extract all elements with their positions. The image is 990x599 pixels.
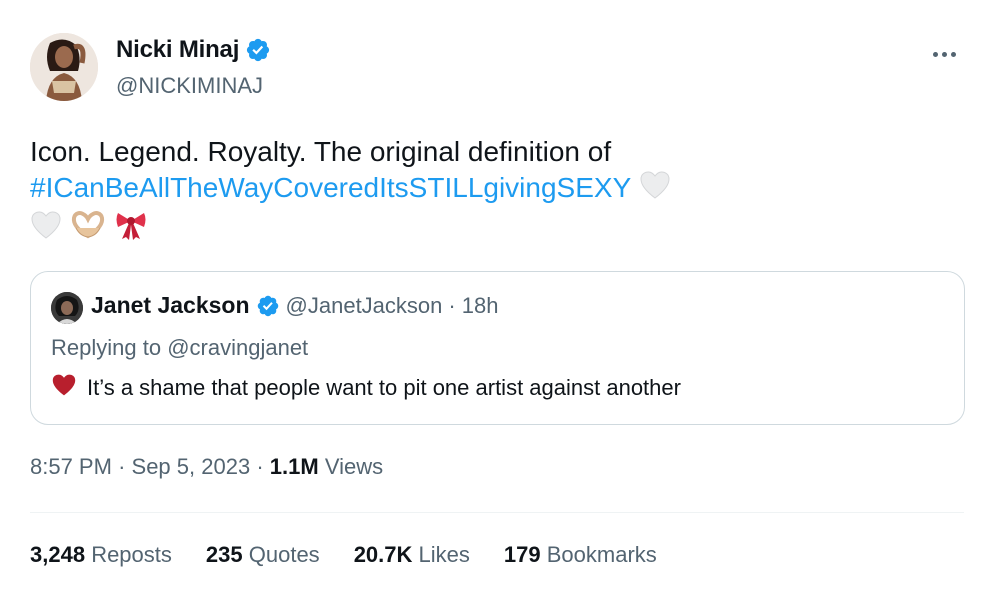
views-count: 1.1M: [269, 454, 319, 479]
quotes-stat[interactable]: 235 Quotes: [206, 542, 320, 568]
quoted-handle[interactable]: @JanetJackson: [286, 293, 443, 319]
heart-hands-icon: [70, 210, 106, 249]
author-display-name[interactable]: Nicki Minaj: [116, 36, 239, 64]
author-avatar[interactable]: [30, 33, 98, 101]
reposts-stat[interactable]: 3,248 Reposts: [30, 542, 172, 568]
quoted-text-row: It’s a shame that people want to pit one…: [51, 373, 681, 403]
separator-dot: ·: [448, 292, 456, 318]
quoted-tweet[interactable]: Janet Jackson @JanetJackson · 18h Replyi…: [30, 271, 965, 425]
ribbon-icon: [114, 209, 148, 250]
replying-to: Replying to @cravingjanet: [51, 335, 308, 361]
quoted-timestamp[interactable]: 18h: [462, 293, 499, 319]
author-name-row[interactable]: Nicki Minaj: [116, 36, 271, 64]
tweet-time[interactable]: 8:57 PM: [30, 454, 112, 479]
tweet-text-line-2: #ICanBeAllTheWayCoveredItsSTILLgivingSEX…: [30, 170, 930, 209]
white-heart-icon: [639, 170, 671, 209]
reposts-label: Reposts: [91, 542, 172, 567]
more-dot-icon: [932, 51, 938, 57]
tweet-date[interactable]: Sep 5, 2023: [132, 454, 251, 479]
engagement-stats: 3,248 Reposts 235 Quotes 20.7K Likes 179…: [30, 542, 657, 568]
quoted-text: It’s a shame that people want to pit one…: [87, 375, 681, 400]
verified-badge-icon: [245, 37, 271, 63]
more-dot-icon: [941, 51, 947, 57]
separator-dot: ·: [256, 454, 264, 479]
author-handle[interactable]: @NICKIMINAJ: [116, 73, 263, 99]
replying-mention-link[interactable]: @cravingjanet: [167, 335, 308, 360]
separator-dot: ·: [118, 454, 126, 479]
verified-badge-icon: [256, 294, 280, 318]
red-heart-icon: [51, 373, 77, 403]
hashtag-link[interactable]: #ICanBeAllTheWayCoveredItsSTILLgivingSEX…: [30, 172, 631, 203]
tweet-meta: 8:57 PM · Sep 5, 2023 · 1.1M Views: [30, 454, 383, 480]
quoted-display-name[interactable]: Janet Jackson: [91, 292, 250, 319]
likes-stat[interactable]: 20.7K Likes: [354, 542, 470, 568]
reposts-count: 3,248: [30, 542, 86, 567]
tweet-text-line: Icon. Legend. Royalty. The original defi…: [30, 136, 612, 167]
views-label: Views: [324, 454, 384, 479]
quotes-label: Quotes: [248, 542, 320, 567]
likes-count: 20.7K: [353, 542, 413, 567]
tweet-card: Nicki Minaj @NICKIMINAJ Icon. Legend. Ro…: [0, 0, 990, 599]
more-options-button[interactable]: [924, 42, 964, 66]
tweet-emoji-line: [30, 209, 930, 250]
tweet-text: Icon. Legend. Royalty. The original defi…: [30, 134, 930, 250]
more-dot-icon: [950, 51, 956, 57]
white-heart-icon: [30, 210, 62, 249]
replying-prefix: Replying to: [51, 335, 162, 360]
quotes-count: 235: [205, 542, 243, 567]
bookmarks-label: Bookmarks: [546, 542, 657, 567]
likes-label: Likes: [418, 542, 470, 567]
divider: [30, 512, 964, 513]
bookmarks-stat[interactable]: 179 Bookmarks: [504, 542, 657, 568]
quoted-author-avatar[interactable]: [51, 292, 83, 324]
quoted-header: Janet Jackson @JanetJackson · 18h: [91, 292, 498, 319]
bookmarks-count: 179: [503, 542, 541, 567]
